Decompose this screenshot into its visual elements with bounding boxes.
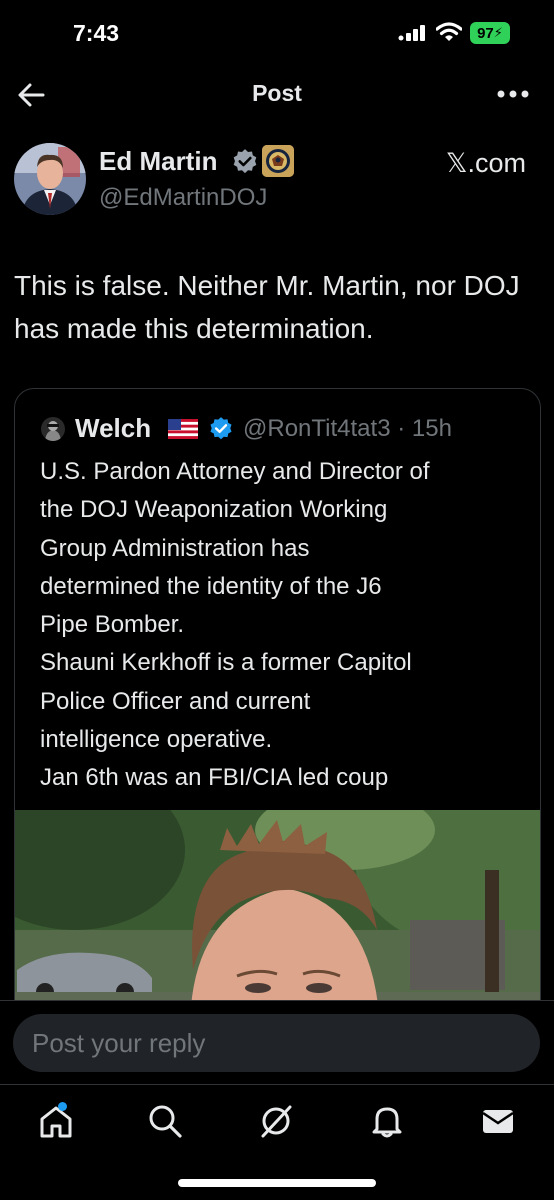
home-icon[interactable]: [38, 1103, 74, 1139]
quoted-text-line: intelligence operative.: [40, 726, 273, 754]
bell-icon[interactable]: [369, 1103, 405, 1139]
more-dots-icon[interactable]: [496, 84, 530, 104]
quoted-text-line: Jan 6th was an FBI/CIA led coup: [40, 764, 389, 792]
verified-badge-icon: [210, 417, 232, 440]
mail-icon[interactable]: [480, 1103, 516, 1139]
post-text: This is false. Neither Mr. Martin, nor D…: [14, 270, 520, 344]
quoted-text-line: Pipe Bomber.: [40, 611, 185, 639]
source-label: 𝕏.com: [445, 148, 526, 178]
tab-bar: [0, 1084, 554, 1200]
quoted-post[interactable]: Welch @RonTit4tat3 · 15h U.S. Pardon Att…: [14, 388, 541, 1028]
quoted-text-line: Police Officer and current: [40, 687, 311, 715]
author-name[interactable]: Ed Martin: [99, 146, 217, 177]
quoted-text-line: U.S. Pardon Attorney and Director of: [40, 458, 430, 485]
post-header: Post: [0, 66, 554, 124]
quoted-text-line: Group Administration has: [40, 534, 310, 562]
verified-badge-icon: [233, 149, 257, 174]
quoted-text-line: Shauni Kerkhoff is a former Capitol: [40, 649, 412, 677]
reply-input[interactable]: Post your reply: [13, 1014, 540, 1072]
author-handle[interactable]: @EdMartinDOJ: [99, 184, 267, 212]
home-notification-dot: [58, 1102, 67, 1111]
us-flag-icon: [168, 419, 198, 439]
doj-seal-icon: [262, 145, 294, 177]
page-title: Post: [252, 80, 302, 106]
quoted-photo[interactable]: [15, 810, 541, 1028]
wifi-icon: [436, 22, 462, 41]
reply-bar: Post your reply: [0, 1000, 554, 1084]
quoted-text: U.S. Pardon Attorney and Director of the…: [40, 453, 530, 798]
home-indicator: [178, 1179, 376, 1187]
quoted-text-line: determined the identity of the J6: [40, 572, 382, 600]
search-icon[interactable]: [147, 1103, 183, 1139]
status-bar: 7:43 97 ⚡: [0, 0, 554, 66]
grok-icon[interactable]: [258, 1103, 294, 1139]
cellular-signal-icon: [398, 25, 425, 41]
quoted-handle-time: @RonTit4tat3 · 15h: [243, 415, 452, 442]
quoted-author-name[interactable]: Welch: [75, 413, 151, 444]
battery-level: 97: [477, 24, 494, 42]
quoted-author-avatar[interactable]: [41, 417, 65, 441]
battery-indicator: 97 ⚡: [470, 22, 510, 44]
author-avatar[interactable]: [14, 143, 86, 215]
status-time: 7:43: [73, 20, 120, 46]
quoted-text-line: the DOJ Weaponization Working: [40, 496, 388, 524]
